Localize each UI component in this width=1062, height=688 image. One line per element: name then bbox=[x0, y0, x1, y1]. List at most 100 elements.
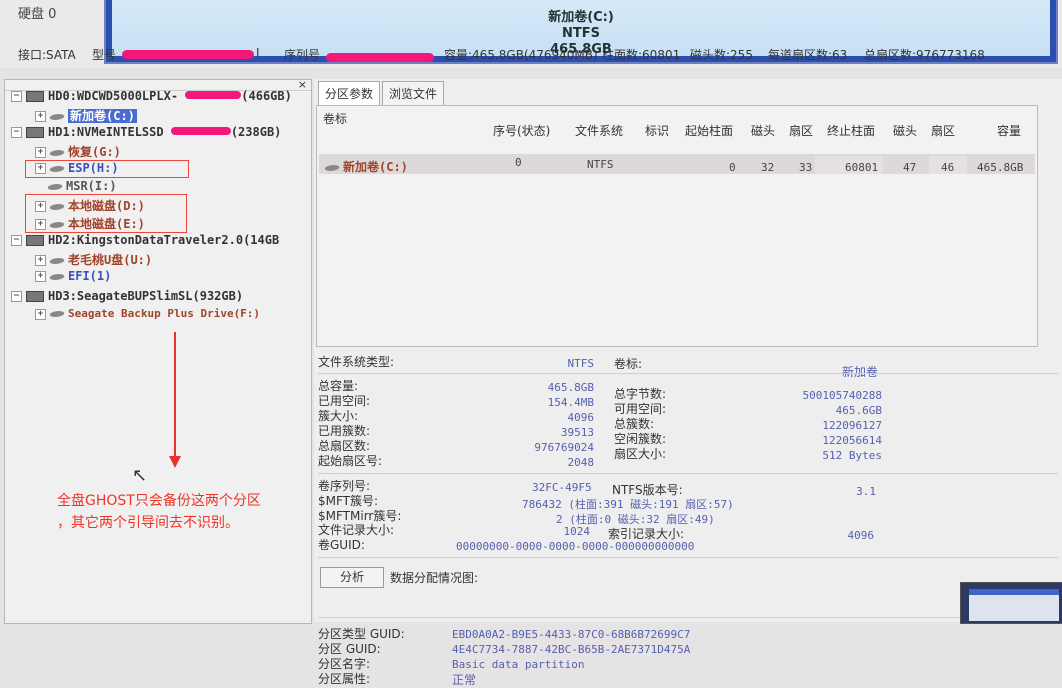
column-header: 标识 bbox=[645, 124, 670, 138]
tree-part-g[interactable]: + 恢复(G:) bbox=[35, 143, 121, 160]
annotation-text: 全盘GHOST只会备份这两个分区 ，其它两个引导间去不识别。 bbox=[57, 493, 261, 531]
expand-icon[interactable]: + bbox=[35, 111, 46, 122]
total-cap-value: 465.8GB bbox=[547, 381, 594, 394]
divider bbox=[318, 557, 1058, 558]
tree-part-u[interactable]: + 老毛桃U盘(U:) bbox=[35, 251, 152, 268]
taskbar-thumbnail[interactable] bbox=[960, 582, 1062, 624]
collapse-icon[interactable]: − bbox=[11, 127, 22, 138]
total-bytes-value: 500105740288 bbox=[802, 389, 882, 402]
disk-tree-panel[interactable]: × − HD0:WDCWD5000LPLX- (466GB) + 新加卷(C:) −… bbox=[4, 78, 312, 624]
column-header: 磁头 bbox=[893, 124, 918, 138]
highlight-box-data bbox=[25, 194, 187, 233]
tab-browse-files[interactable]: 浏览文件 bbox=[382, 81, 445, 106]
partition-icon bbox=[48, 113, 66, 120]
tree-part-efi[interactable]: + EFI(1) bbox=[35, 269, 111, 283]
serial-label: 序列号 bbox=[284, 48, 321, 62]
column-header: 扇区 bbox=[931, 124, 956, 138]
used-value: 154.4MB bbox=[547, 396, 594, 409]
tree-disk-hd3[interactable]: − HD3:SeagateBUPSlimSL(932GB) bbox=[11, 289, 243, 303]
table-row[interactable] bbox=[319, 154, 1035, 174]
start-sector-label: 起始扇区号: bbox=[318, 454, 383, 468]
expand-icon[interactable]: + bbox=[35, 271, 46, 282]
sector-size-value: 512 Bytes bbox=[822, 449, 882, 462]
row-volume: 新加卷(C:) bbox=[323, 158, 408, 175]
fs-type-label: 文件系统类型: bbox=[318, 355, 395, 369]
sector-size-label: 扇区大小: bbox=[614, 447, 667, 461]
row-index: 0 bbox=[515, 156, 522, 169]
partition-icon bbox=[48, 149, 66, 156]
redaction-mark bbox=[170, 127, 231, 135]
part-name-value: Basic data partition bbox=[452, 658, 585, 671]
column-header: 文件系统 bbox=[575, 124, 624, 138]
partition-name: 新加卷(C:) bbox=[548, 10, 614, 25]
hard-disk-icon bbox=[26, 91, 44, 102]
redaction-mark bbox=[185, 91, 242, 99]
divider bbox=[318, 473, 1058, 474]
row-start-sector: 33 bbox=[799, 161, 813, 174]
tree-disk-rd2[interactable]: − HD2:KingstonDataTraveler2.0(14GB bbox=[11, 233, 279, 247]
heads-text: 磁头数:255 bbox=[690, 48, 753, 62]
tree-part-i[interactable]: MSR(I:) bbox=[46, 179, 117, 193]
partition-detail-panel: 分区参数 浏览文件 卷标 序号(状态) 文件系统 标识 起始柱面 磁头 扇区 终止… bbox=[314, 79, 1062, 687]
analyze-button[interactable]: 分析 bbox=[320, 567, 384, 588]
expand-icon[interactable]: + bbox=[35, 255, 46, 266]
start-sector-value: 2048 bbox=[567, 456, 595, 469]
model-label: 型号 bbox=[92, 48, 117, 62]
vol-label-value: 新加卷 bbox=[842, 365, 879, 379]
part-attr-label: 分区属性: bbox=[318, 672, 371, 686]
alloc-map-label: 数据分配情况图: bbox=[390, 571, 479, 585]
partition-icon bbox=[48, 311, 66, 317]
row-start-head: 32 bbox=[761, 161, 775, 174]
tree-part-f[interactable]: + Seagate Backup Plus Drive(F:) bbox=[35, 307, 260, 320]
partition-icon bbox=[323, 164, 341, 171]
column-header: 序号(状态) bbox=[493, 124, 551, 138]
free-value: 465.6GB bbox=[835, 404, 882, 417]
row-end-head: 47 bbox=[903, 161, 917, 174]
model-tail: I bbox=[256, 46, 260, 60]
highlight-box-esp bbox=[25, 160, 189, 178]
total-clusters-value: 122096127 bbox=[822, 419, 882, 432]
collapse-icon[interactable]: − bbox=[11, 291, 22, 302]
hard-disk-icon bbox=[26, 127, 44, 138]
mft-value: 786432 (柱面:391 磁头:191 扇区:57) bbox=[522, 498, 734, 511]
tab-partition-params[interactable]: 分区参数 bbox=[318, 81, 381, 105]
usb-disk-icon bbox=[26, 235, 44, 246]
annotation-arrow-head bbox=[169, 456, 181, 468]
redaction-mark bbox=[122, 50, 254, 59]
tree-part-c[interactable]: + 新加卷(C:) bbox=[35, 107, 137, 124]
divider bbox=[318, 373, 1058, 374]
close-icon[interactable]: × bbox=[298, 78, 307, 91]
ntfs-version-value: 3.1 bbox=[856, 485, 876, 498]
tree-disk-hd1[interactable]: − HD1:NVMeINTELSSD (238GB) bbox=[11, 125, 281, 139]
collapse-icon[interactable]: − bbox=[11, 235, 22, 246]
total-sectors-text: 总扇区数:976773168 bbox=[864, 48, 985, 62]
column-header: 起始柱面 bbox=[685, 124, 734, 138]
thumbnail-titlebar bbox=[969, 589, 1059, 595]
partition-icon bbox=[46, 183, 64, 190]
tree-disk-hd0[interactable]: − HD0:WDCWD5000LPLX- (466GB) bbox=[11, 89, 292, 103]
guid-value: 00000000-0000-0000-0000-000000000000 bbox=[456, 540, 695, 553]
partition-icon bbox=[48, 273, 66, 280]
redaction-mark bbox=[326, 53, 434, 62]
disk-overview: 硬盘 0 新加卷(C:) NTFS 465.8GB 接口:SATA 型号 I 序… bbox=[0, 0, 1062, 68]
row-end-sector: 46 bbox=[941, 161, 955, 174]
part-guid-value: 4E4C7734-7887-42BC-B65B-2AE7371D475A bbox=[452, 643, 691, 656]
cluster-size-value: 4096 bbox=[567, 411, 595, 424]
disk-label: 硬盘 0 bbox=[18, 7, 57, 22]
fs-type-value: NTFS bbox=[567, 357, 595, 370]
collapse-icon[interactable]: − bbox=[11, 91, 22, 102]
row-start-cyl: 0 bbox=[729, 161, 736, 174]
partition-table: 卷标 序号(状态) 文件系统 标识 起始柱面 磁头 扇区 终止柱面 磁头 扇区 … bbox=[316, 105, 1038, 347]
expand-icon[interactable]: + bbox=[35, 147, 46, 158]
index-size-value: 4096 bbox=[847, 529, 875, 542]
vol-label-label: 卷标: bbox=[614, 357, 643, 371]
sectors-per-track-text: 每道扇区数:63 bbox=[768, 48, 848, 62]
mouse-cursor-icon: ↖ bbox=[132, 465, 148, 486]
expand-icon[interactable]: + bbox=[35, 308, 46, 320]
interface-text: 接口:SATA bbox=[18, 48, 76, 62]
part-attr-value: 正常 bbox=[452, 673, 477, 687]
row-fs: NTFS bbox=[587, 158, 614, 171]
column-header: 终止柱面 bbox=[827, 124, 876, 138]
capacity-text: 容量:465.8GB(476940MB) bbox=[444, 48, 598, 62]
guid-label: 卷GUID: bbox=[318, 538, 365, 552]
